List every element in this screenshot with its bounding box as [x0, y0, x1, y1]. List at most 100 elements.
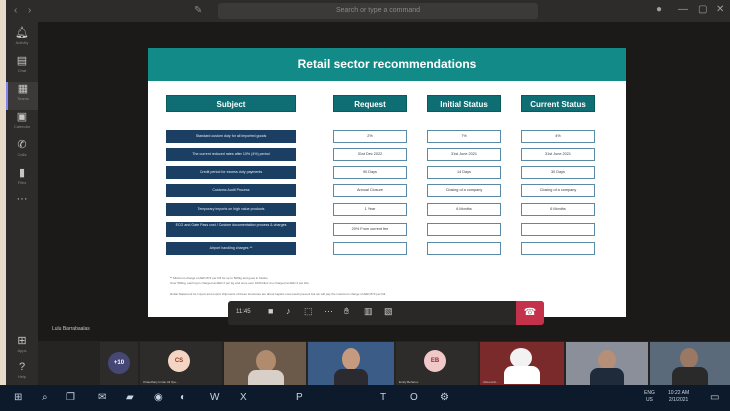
- row-current-status: 4%: [521, 130, 595, 143]
- avatar: +10: [108, 352, 130, 374]
- presentation-slide: Retail sector recommendations Subject Re…: [148, 48, 626, 317]
- mail-icon[interactable]: ✉: [98, 392, 106, 403]
- chat-icon: ▤: [16, 55, 28, 67]
- row-current-status: 6 Months: [521, 203, 595, 216]
- system-clock[interactable]: 10:22 AM 2/1/2021: [668, 390, 689, 404]
- call-duration: 11:45: [236, 309, 251, 315]
- profile-avatar-icon[interactable]: ●: [656, 4, 662, 15]
- folder-icon[interactable]: ▰: [126, 392, 134, 403]
- more-icon[interactable]: ···: [324, 306, 333, 316]
- rail-item-calls[interactable]: ✆ Calls: [6, 138, 38, 166]
- back-icon[interactable]: ‹: [14, 5, 17, 16]
- outlook-icon[interactable]: O: [410, 392, 418, 403]
- row-initial-status: Closing of a company: [427, 184, 501, 197]
- teams-icon: ▦: [17, 83, 29, 95]
- participant-name: Chaudhary Imran Ali Ilya...: [143, 380, 179, 384]
- participant-video-tile[interactable]: [566, 342, 648, 385]
- chrome-icon[interactable]: ◉: [154, 392, 163, 403]
- participant-video-tile[interactable]: [308, 342, 394, 385]
- participant-video-tile[interactable]: [650, 342, 730, 385]
- row-current-status: Closing of a company: [521, 184, 595, 197]
- row-initial-status: 7%: [427, 130, 501, 143]
- teams-window: ‹ › ✎ Search or type a command ● — ▢ ✕ 🔔…: [0, 0, 730, 411]
- word-icon[interactable]: W: [210, 392, 219, 403]
- participant-video-tile[interactable]: Ahmed Al...: [480, 342, 564, 385]
- participant-body: [590, 368, 624, 385]
- reactions-icon[interactable]: ▥: [364, 306, 373, 317]
- edge-icon[interactable]: ◐: [180, 392, 186, 403]
- participant-body: [672, 367, 708, 385]
- settings-icon[interactable]: ⚙: [440, 392, 449, 403]
- share-icon[interactable]: ⬚: [304, 306, 313, 317]
- excel-icon[interactable]: X: [240, 392, 247, 403]
- column-header-current-status: Current Status: [521, 95, 595, 112]
- bell-icon: 🔔︎: [15, 27, 29, 39]
- notifications-icon[interactable]: ▭: [710, 392, 719, 403]
- input-language-indicator[interactable]: ENG US: [644, 390, 655, 404]
- camera-icon[interactable]: ■: [268, 306, 273, 316]
- row-request: 31st Dec 2022: [333, 148, 407, 161]
- call-controls-bar: 11:45 ■ ♪ ⬚ ··· ✋︎ ▥ ▧ ☎: [228, 301, 544, 325]
- close-icon[interactable]: ✕: [716, 4, 724, 15]
- row-request: Annual Closure: [333, 184, 407, 197]
- row-request: 1 Year: [333, 203, 407, 216]
- minimize-icon[interactable]: —: [678, 4, 688, 15]
- rooms-icon[interactable]: ▧: [384, 306, 393, 317]
- mic-icon[interactable]: ♪: [286, 306, 291, 316]
- participant-tile[interactable]: CS Chaudhary Imran Ali Ilya...: [140, 342, 222, 385]
- forward-icon[interactable]: ›: [28, 5, 31, 16]
- search-input[interactable]: Search or type a command: [218, 3, 538, 19]
- participant-tile[interactable]: +10: [100, 342, 138, 385]
- rail-item-calendar[interactable]: ▣ Calendar: [6, 110, 38, 138]
- help-icon: ?: [18, 361, 26, 373]
- rail-item-files[interactable]: ▮ Files: [6, 166, 38, 194]
- participant-tile[interactable]: EB Emily Beharov: [396, 342, 478, 385]
- rail-item-teams[interactable]: ▦ Teams: [6, 82, 38, 110]
- row-subject: Temporary imports on high value products: [166, 203, 296, 216]
- participant-body: [248, 370, 284, 385]
- row-request: 20% From current fee: [333, 223, 407, 236]
- rail-item-apps[interactable]: ⊞ Apps: [6, 334, 38, 362]
- row-subject: ECG and Gate Pass cost / Custom document…: [166, 222, 296, 237]
- teams-icon[interactable]: T: [380, 392, 386, 403]
- row-subject: Customs Audit Process: [166, 184, 296, 197]
- leave-call-button[interactable]: ☎: [516, 301, 544, 325]
- row-subject: Standard custom duty for all imported go…: [166, 130, 296, 143]
- rail-item-help[interactable]: ? Help: [6, 360, 38, 388]
- raise-hand-icon[interactable]: ✋︎: [344, 306, 349, 317]
- row-current-status: 30 Days: [521, 166, 595, 179]
- slide-footnote: Over 500kg, each kg is charged at AED 2 …: [170, 281, 310, 285]
- row-request: [333, 242, 407, 255]
- row-current-status: [521, 223, 595, 236]
- file-icon: ▮: [18, 167, 26, 179]
- participant-face: [680, 348, 698, 368]
- avatar: CS: [168, 350, 190, 372]
- phone-icon: ✆: [17, 139, 27, 151]
- row-initial-status: 14 Days: [427, 166, 501, 179]
- row-request: 90 Days: [333, 166, 407, 179]
- start-icon[interactable]: ⊞: [14, 392, 22, 403]
- row-subject: The current reduced rates after 10% (4%)…: [166, 148, 296, 161]
- column-header-request: Request: [333, 95, 407, 112]
- row-request: 2%: [333, 130, 407, 143]
- participant-video-tile[interactable]: [224, 342, 306, 385]
- avatar: EB: [424, 350, 446, 372]
- presenter-name: Lulu Barrabaalas: [52, 326, 90, 332]
- compose-icon[interactable]: ✎: [194, 5, 202, 16]
- maximize-icon[interactable]: ▢: [698, 4, 707, 15]
- rail-item-activity[interactable]: 🔔︎ Activity: [6, 26, 38, 54]
- apps-icon: ⊞: [17, 335, 27, 347]
- search-icon[interactable]: ⌕: [42, 392, 48, 403]
- column-header-initial-status: Initial Status: [427, 95, 501, 112]
- participant-name: Emily Beharov: [399, 380, 419, 384]
- powerpoint-icon[interactable]: P: [296, 392, 303, 403]
- task-view-icon[interactable]: ❐: [66, 392, 75, 403]
- windows-taskbar: ⊞ ⌕ ❐ ✉ ▰ ◉ ◐ W X P T O ⚙ ENG US 10:22 A…: [0, 385, 730, 411]
- column-header-subject: Subject: [166, 95, 296, 112]
- row-current-status: 31st June 2021: [521, 148, 595, 161]
- participant-face: [510, 348, 532, 368]
- row-initial-status: 31st June 2021: [427, 148, 501, 161]
- more-apps-icon[interactable]: ···: [6, 192, 38, 220]
- app-rail: 🔔︎ Activity ▤ Chat ▦ Teams ▣ Calendar ✆ …: [6, 22, 38, 385]
- rail-item-chat[interactable]: ▤ Chat: [6, 54, 38, 82]
